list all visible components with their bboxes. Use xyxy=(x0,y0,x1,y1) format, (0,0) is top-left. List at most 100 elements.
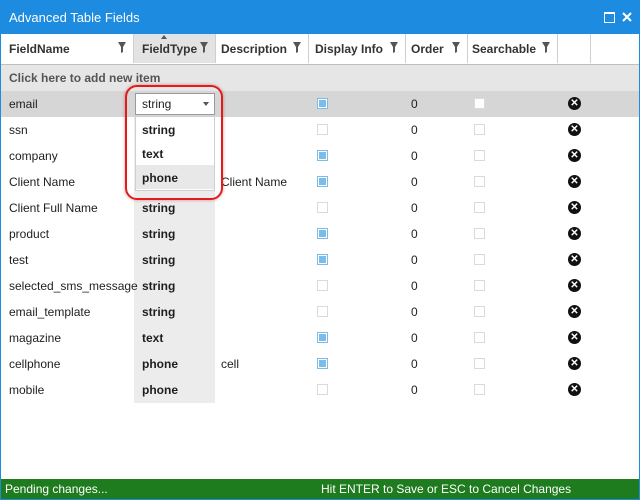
table-row[interactable]: selected_sms_message string 0 ✕ xyxy=(1,273,639,299)
display-info-checkbox[interactable] xyxy=(317,228,328,239)
table-row[interactable]: email 0 ✕ xyxy=(1,91,639,117)
searchable-checkbox[interactable] xyxy=(474,228,485,239)
searchable-checkbox[interactable] xyxy=(474,98,485,109)
field-name-cell[interactable]: Client Name xyxy=(9,175,75,189)
close-button[interactable] xyxy=(618,8,636,26)
order-cell[interactable]: 0 xyxy=(411,201,418,215)
delete-row-icon[interactable]: ✕ xyxy=(568,357,581,370)
order-cell[interactable]: 0 xyxy=(411,357,418,371)
searchable-checkbox[interactable] xyxy=(474,384,485,395)
searchable-checkbox[interactable] xyxy=(474,124,485,135)
delete-row-icon[interactable]: ✕ xyxy=(568,227,581,240)
searchable-checkbox[interactable] xyxy=(474,176,485,187)
searchable-checkbox[interactable] xyxy=(474,150,485,161)
display-info-checkbox[interactable] xyxy=(317,280,328,291)
table-row[interactable]: cellphone phone cell 0 ✕ xyxy=(1,351,639,377)
field-name-cell[interactable]: email_template xyxy=(9,305,90,319)
field-name-cell[interactable]: magazine xyxy=(9,331,61,345)
field-type-cell[interactable]: phone xyxy=(142,383,178,397)
searchable-checkbox[interactable] xyxy=(474,280,485,291)
order-cell[interactable]: 0 xyxy=(411,383,418,397)
description-cell[interactable]: Client Name xyxy=(221,175,287,189)
table-row[interactable]: Client NamestringClient Name0✕ xyxy=(1,169,639,195)
field-type-cell[interactable]: text xyxy=(142,331,163,345)
display-info-checkbox[interactable] xyxy=(317,98,328,109)
status-pending: Pending changes... xyxy=(5,482,108,496)
field-name-cell[interactable]: cellphone xyxy=(9,357,60,371)
delete-row-icon[interactable]: ✕ xyxy=(568,253,581,266)
delete-row-icon[interactable]: ✕ xyxy=(568,331,581,344)
order-cell[interactable]: 0 xyxy=(411,175,418,189)
column-header-display-info[interactable]: Display Info xyxy=(309,34,406,63)
table-row[interactable]: mobile phone 0 ✕ xyxy=(1,377,639,403)
order-cell[interactable]: 0 xyxy=(411,149,418,163)
field-name-cell[interactable]: test xyxy=(9,253,28,267)
display-info-checkbox[interactable] xyxy=(317,358,328,369)
column-header-description[interactable]: Description xyxy=(216,34,309,63)
advanced-table-fields-window: Advanced Table Fields FieldName FieldTyp… xyxy=(0,0,640,500)
searchable-checkbox[interactable] xyxy=(474,202,485,213)
display-info-checkbox[interactable] xyxy=(317,332,328,343)
delete-row-icon[interactable]: ✕ xyxy=(568,123,581,136)
delete-row-icon[interactable]: ✕ xyxy=(568,305,581,318)
display-info-checkbox[interactable] xyxy=(317,202,328,213)
maximize-button[interactable] xyxy=(600,8,618,26)
table-row[interactable]: magazine text 0 ✕ xyxy=(1,325,639,351)
display-info-checkbox[interactable] xyxy=(317,176,328,187)
field-name-cell[interactable]: product xyxy=(9,227,49,241)
order-cell[interactable]: 0 xyxy=(411,331,418,345)
column-header-order[interactable]: Order xyxy=(406,34,468,63)
field-name-cell[interactable]: email xyxy=(9,97,38,111)
field-name-cell[interactable]: Client Full Name xyxy=(9,201,98,215)
filter-icon[interactable] xyxy=(199,40,209,54)
filter-icon[interactable] xyxy=(292,40,302,54)
table-row[interactable]: test string 0 ✕ xyxy=(1,247,639,273)
table-row[interactable]: companystring0✕ xyxy=(1,143,639,169)
description-cell[interactable]: cell xyxy=(221,357,239,371)
order-cell[interactable]: 0 xyxy=(411,227,418,241)
order-cell[interactable]: 0 xyxy=(411,253,418,267)
table-row[interactable]: Client Full Name string 0 ✕ xyxy=(1,195,639,221)
display-info-checkbox[interactable] xyxy=(317,124,328,135)
delete-row-icon[interactable]: ✕ xyxy=(568,201,581,214)
order-cell[interactable]: 0 xyxy=(411,97,418,111)
column-header-fieldtype[interactable]: FieldType xyxy=(134,34,216,63)
field-type-cell[interactable]: string xyxy=(142,253,175,267)
column-header-searchable[interactable]: Searchable xyxy=(468,34,558,63)
field-type-cell[interactable]: phone xyxy=(142,357,178,371)
delete-row-icon[interactable]: ✕ xyxy=(568,149,581,162)
filter-icon[interactable] xyxy=(117,40,127,54)
delete-row-icon[interactable]: ✕ xyxy=(568,279,581,292)
display-info-checkbox[interactable] xyxy=(317,384,328,395)
order-cell[interactable]: 0 xyxy=(411,279,418,293)
searchable-checkbox[interactable] xyxy=(474,332,485,343)
order-cell[interactable]: 0 xyxy=(411,123,418,137)
delete-row-icon[interactable]: ✕ xyxy=(568,97,581,110)
display-info-checkbox[interactable] xyxy=(317,150,328,161)
order-cell[interactable]: 0 xyxy=(411,305,418,319)
field-type-cell[interactable]: string xyxy=(142,279,175,293)
field-type-cell[interactable]: string xyxy=(142,201,175,215)
field-name-cell[interactable]: selected_sms_message xyxy=(9,279,138,293)
filter-icon[interactable] xyxy=(451,40,461,54)
table-row[interactable]: email_template string 0 ✕ xyxy=(1,299,639,325)
filter-icon[interactable] xyxy=(541,40,551,54)
display-info-checkbox[interactable] xyxy=(317,306,328,317)
field-type-cell[interactable]: string xyxy=(142,227,175,241)
field-name-cell[interactable]: ssn xyxy=(9,123,28,137)
searchable-checkbox[interactable] xyxy=(474,358,485,369)
field-name-cell[interactable]: company xyxy=(9,149,58,163)
add-new-item-row[interactable]: Click here to add new item xyxy=(1,65,639,91)
table-row[interactable]: ssnstring0✕ xyxy=(1,117,639,143)
searchable-checkbox[interactable] xyxy=(474,254,485,265)
annotation-highlight xyxy=(125,85,223,200)
filter-icon[interactable] xyxy=(389,40,399,54)
column-header-fieldname[interactable]: FieldName xyxy=(1,34,134,63)
field-type-cell[interactable]: string xyxy=(142,305,175,319)
delete-row-icon[interactable]: ✕ xyxy=(568,383,581,396)
field-name-cell[interactable]: mobile xyxy=(9,383,44,397)
delete-row-icon[interactable]: ✕ xyxy=(568,175,581,188)
table-row[interactable]: product string 0 ✕ xyxy=(1,221,639,247)
searchable-checkbox[interactable] xyxy=(474,306,485,317)
display-info-checkbox[interactable] xyxy=(317,254,328,265)
